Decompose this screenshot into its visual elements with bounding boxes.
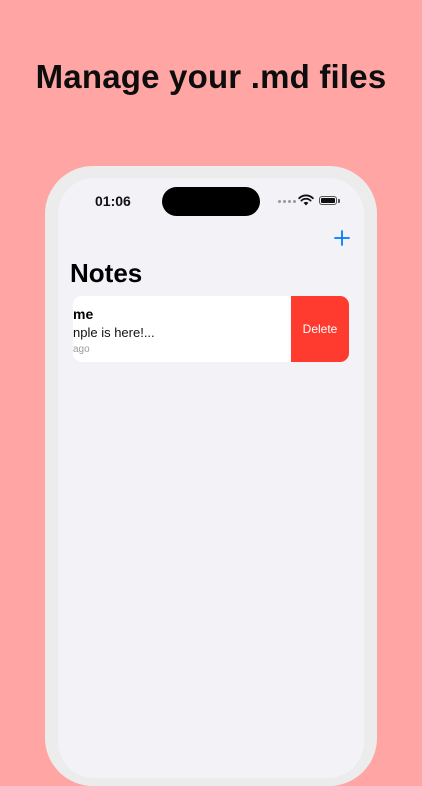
note-preview: nple is here!... <box>73 325 155 340</box>
page-title: Notes <box>70 258 143 288</box>
promo-headline: Manage your .md files <box>35 58 387 95</box>
status-icons <box>278 194 340 207</box>
note-title: me <box>73 306 94 322</box>
note-card[interactable]: me nple is here!... ago <box>73 296 291 362</box>
dynamic-island <box>162 187 260 216</box>
plus-icon <box>334 230 350 246</box>
wifi-icon <box>298 194 314 206</box>
battery-cap <box>338 199 340 203</box>
battery-icon <box>319 196 337 205</box>
note-timestamp: ago <box>73 344 90 355</box>
delete-button[interactable]: Delete <box>291 296 349 362</box>
note-row[interactable]: me nple is here!... ago Delete <box>73 296 349 362</box>
add-note-button[interactable] <box>331 227 353 249</box>
status-time: 01:06 <box>95 193 131 209</box>
phone-screen: 01:06 Notes me nple is here!... ago Dele… <box>58 178 364 778</box>
signal-icon <box>278 200 296 203</box>
